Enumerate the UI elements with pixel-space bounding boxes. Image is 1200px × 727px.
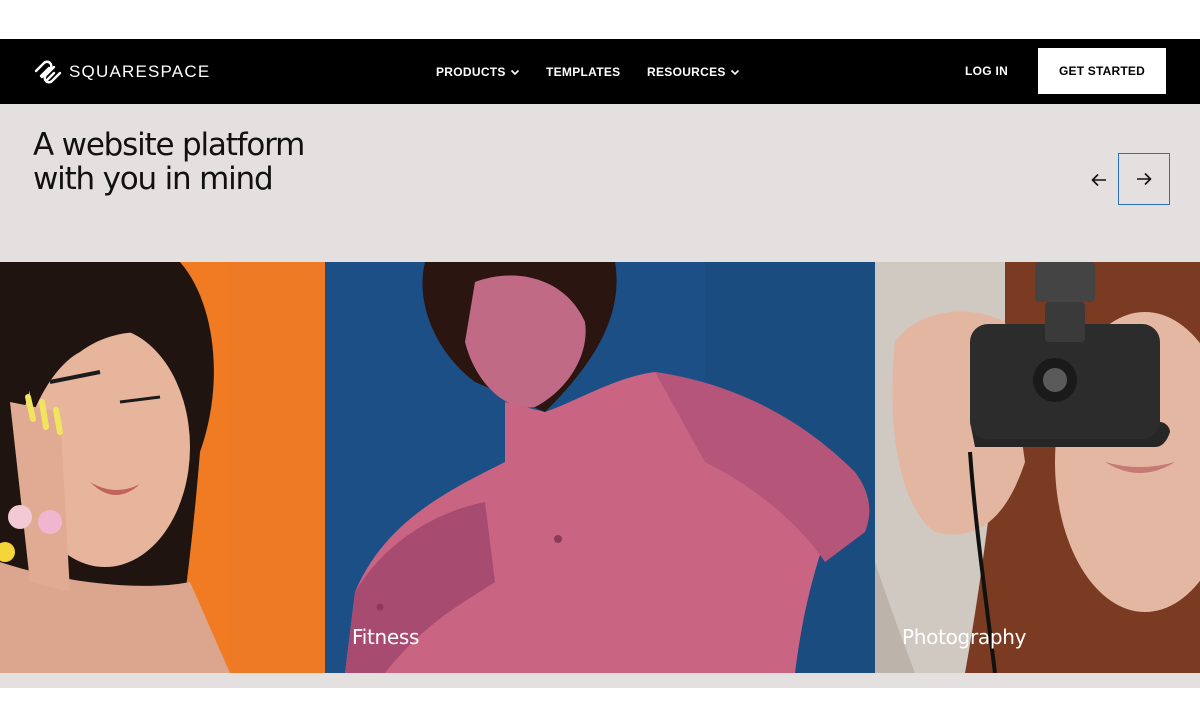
hero-headline-line1: A website platform — [33, 127, 305, 163]
nav-resources-label: RESOURCES — [647, 65, 726, 79]
carousel-prev-button[interactable] — [1083, 162, 1115, 198]
login-link[interactable]: LOG IN — [965, 64, 1008, 78]
nav-products-label: PRODUCTS — [436, 65, 506, 79]
chevron-down-icon — [730, 69, 739, 76]
carousel-next-button[interactable] — [1118, 153, 1170, 205]
card-image — [0, 262, 325, 673]
arrow-right-icon — [1137, 172, 1152, 186]
brand-logo[interactable]: SQUARESPACE — [33, 58, 210, 86]
carousel-card-photography[interactable]: Photography — [875, 262, 1200, 673]
card-label-photography: Photography — [902, 625, 1027, 649]
bottom-whitespace — [0, 688, 1200, 727]
hero-headline-line2: with you in mind — [33, 161, 274, 197]
card-image — [325, 262, 875, 673]
hero-section: A website platform with you in mind Fitn… — [0, 104, 1200, 688]
nav-resources[interactable]: RESOURCES — [647, 64, 740, 80]
hero-headline: A website platform with you in mind — [33, 128, 433, 196]
arrow-left-icon — [1091, 173, 1106, 187]
nav-templates[interactable]: TEMPLATES — [546, 64, 620, 80]
card-image — [875, 262, 1200, 673]
chevron-down-icon — [510, 69, 519, 76]
template-carousel: Fitness Photography — [0, 262, 1200, 673]
nav-products[interactable]: PRODUCTS — [436, 64, 520, 80]
carousel-card-beauty[interactable] — [0, 262, 325, 673]
top-navbar: SQUARESPACE PRODUCTS TEMPLATES RESOURCES… — [0, 39, 1200, 104]
card-label-fitness: Fitness — [352, 625, 420, 649]
carousel-card-fitness[interactable]: Fitness — [325, 262, 875, 673]
brand-name: SQUARESPACE — [69, 62, 211, 81]
squarespace-logo-icon — [34, 60, 62, 84]
top-whitespace — [0, 0, 1200, 39]
get-started-button[interactable]: GET STARTED — [1038, 48, 1166, 94]
nav-templates-label: TEMPLATES — [546, 65, 621, 79]
